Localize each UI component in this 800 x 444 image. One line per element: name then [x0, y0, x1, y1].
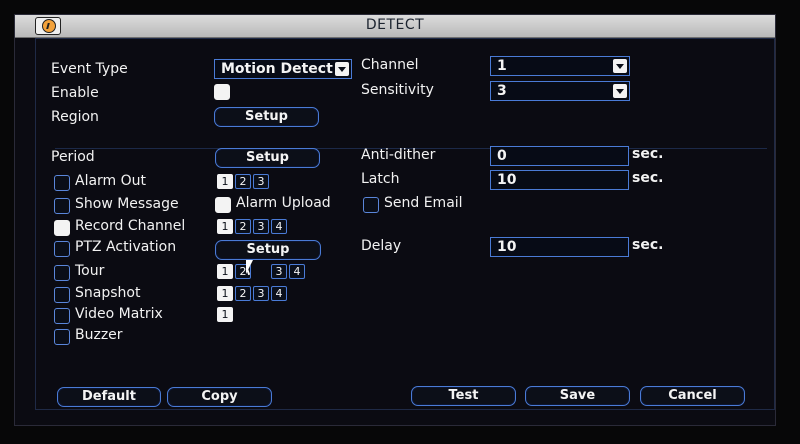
- region-setup-button[interactable]: Setup: [214, 107, 319, 127]
- tour-label: Tour: [75, 263, 105, 279]
- tour-channel-4[interactable]: 4: [289, 264, 305, 279]
- tour-channel-3[interactable]: 3: [271, 264, 287, 279]
- video-matrix-channel-1[interactable]: 1: [217, 307, 233, 322]
- snapshot-channel-4[interactable]: 4: [271, 286, 287, 301]
- ptz-setup-button[interactable]: Setup: [215, 240, 321, 260]
- latch-input[interactable]: 10: [490, 170, 629, 190]
- channel-select[interactable]: 1: [490, 56, 630, 76]
- record-channel-label: Record Channel: [75, 218, 186, 234]
- latch-unit: sec.: [632, 170, 664, 186]
- alarm-out-channel-1[interactable]: 1: [217, 174, 233, 189]
- mouse-pointer-icon: [246, 260, 260, 274]
- chevron-down-icon[interactable]: [613, 84, 627, 98]
- latch-value: 10: [497, 172, 517, 188]
- default-button[interactable]: Default: [57, 387, 161, 407]
- alarm-out-label: Alarm Out: [75, 173, 147, 189]
- enable-checkbox[interactable]: [214, 84, 230, 100]
- snapshot-checkbox[interactable]: [54, 287, 70, 303]
- ptz-activation-checkbox[interactable]: [54, 241, 70, 257]
- record-channel-checkbox[interactable]: [54, 220, 70, 236]
- period-label: Period: [51, 149, 95, 165]
- show-message-label: Show Message: [75, 196, 179, 212]
- region-label: Region: [51, 109, 99, 125]
- cancel-button[interactable]: Cancel: [640, 386, 745, 406]
- chevron-down-icon[interactable]: [335, 62, 349, 76]
- titlebar: DETECT: [15, 15, 775, 38]
- alarm-upload-checkbox[interactable]: [215, 197, 231, 213]
- chevron-down-icon[interactable]: [613, 59, 627, 73]
- copy-button[interactable]: Copy: [167, 387, 272, 407]
- tour-channel-1[interactable]: 1: [217, 264, 233, 279]
- record-channel-4[interactable]: 4: [271, 219, 287, 234]
- buzzer-label: Buzzer: [75, 327, 123, 343]
- snapshot-channel-1[interactable]: 1: [217, 286, 233, 301]
- tour-checkbox[interactable]: [54, 265, 70, 281]
- show-message-checkbox[interactable]: [54, 198, 70, 214]
- snapshot-channel-3[interactable]: 3: [253, 286, 269, 301]
- latch-label: Latch: [361, 171, 400, 187]
- snapshot-channel-2[interactable]: 2: [235, 286, 251, 301]
- record-channel-3[interactable]: 3: [253, 219, 269, 234]
- enable-label: Enable: [51, 85, 99, 101]
- window-title: DETECT: [365, 17, 425, 33]
- send-email-label: Send Email: [384, 195, 463, 211]
- period-setup-button[interactable]: Setup: [215, 148, 320, 168]
- detect-window: DETECT Event Type Motion Detect Channel …: [14, 14, 776, 426]
- video-matrix-checkbox[interactable]: [54, 308, 70, 324]
- anti-dither-label: Anti-dither: [361, 147, 436, 163]
- delay-value: 10: [497, 239, 517, 255]
- buzzer-checkbox[interactable]: [54, 329, 70, 345]
- delay-unit: sec.: [632, 237, 664, 253]
- record-channel-1[interactable]: 1: [217, 219, 233, 234]
- sensitivity-value: 3: [497, 83, 507, 99]
- anti-dither-input[interactable]: 0: [490, 146, 629, 166]
- test-button[interactable]: Test: [411, 386, 516, 406]
- ptz-activation-label: PTZ Activation: [75, 239, 177, 255]
- delay-label: Delay: [361, 238, 402, 254]
- anti-dither-value: 0: [497, 148, 507, 164]
- snapshot-label: Snapshot: [75, 285, 141, 301]
- send-email-checkbox[interactable]: [363, 197, 379, 213]
- alarm-upload-label: Alarm Upload: [236, 195, 331, 211]
- channel-value: 1: [497, 58, 507, 74]
- event-type-value: Motion Detect: [221, 61, 333, 77]
- event-type-select[interactable]: Motion Detect: [214, 59, 352, 79]
- record-channel-2[interactable]: 2: [235, 219, 251, 234]
- save-button[interactable]: Save: [525, 386, 630, 406]
- channel-label: Channel: [361, 57, 419, 73]
- sensitivity-select[interactable]: 3: [490, 81, 630, 101]
- anti-dither-unit: sec.: [632, 146, 664, 162]
- sensitivity-label: Sensitivity: [361, 82, 434, 98]
- alarm-out-channel-2[interactable]: 2: [235, 174, 251, 189]
- alarm-out-channel-3[interactable]: 3: [253, 174, 269, 189]
- alarm-out-checkbox[interactable]: [54, 175, 70, 191]
- delay-input[interactable]: 10: [490, 237, 629, 257]
- event-type-label: Event Type: [51, 61, 128, 77]
- video-matrix-label: Video Matrix: [75, 306, 163, 322]
